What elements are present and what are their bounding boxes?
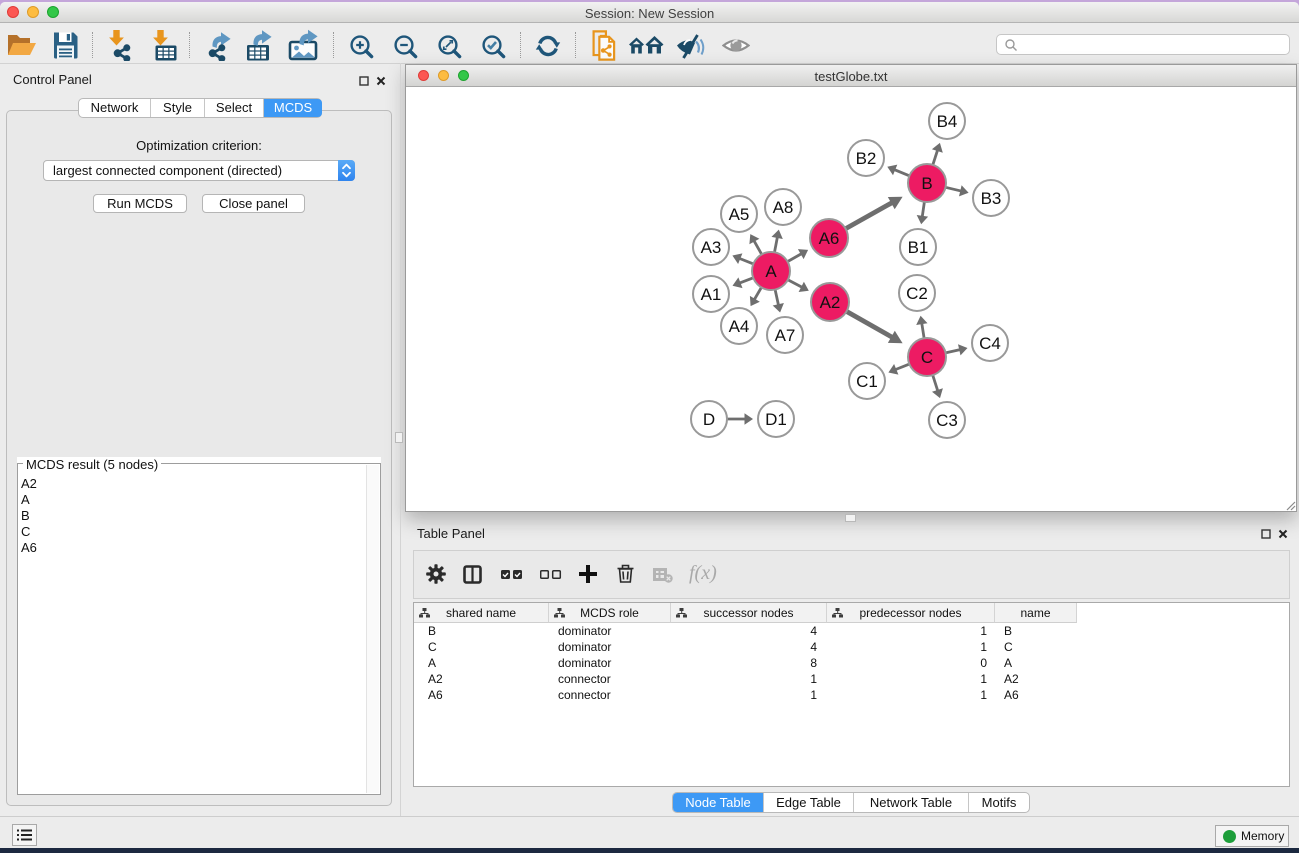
svg-text:B1: B1 [908, 238, 929, 257]
svg-text:A6: A6 [819, 229, 840, 248]
svg-text:C: C [921, 348, 933, 367]
svg-text:A1: A1 [701, 285, 722, 304]
svg-text:D1: D1 [765, 410, 787, 429]
svg-text:A: A [765, 262, 777, 281]
svg-text:A8: A8 [773, 198, 794, 217]
svg-text:A5: A5 [729, 205, 750, 224]
svg-text:C4: C4 [979, 334, 1001, 353]
svg-text:D: D [703, 410, 715, 429]
svg-text:C1: C1 [856, 372, 878, 391]
svg-text:A2: A2 [820, 293, 841, 312]
svg-text:A3: A3 [701, 238, 722, 257]
svg-text:B3: B3 [981, 189, 1002, 208]
svg-text:B2: B2 [856, 149, 877, 168]
svg-text:B: B [921, 174, 932, 193]
svg-text:A4: A4 [729, 317, 750, 336]
svg-text:C2: C2 [906, 284, 928, 303]
svg-text:B4: B4 [937, 112, 958, 131]
svg-text:A7: A7 [775, 326, 796, 345]
svg-text:C3: C3 [936, 411, 958, 430]
